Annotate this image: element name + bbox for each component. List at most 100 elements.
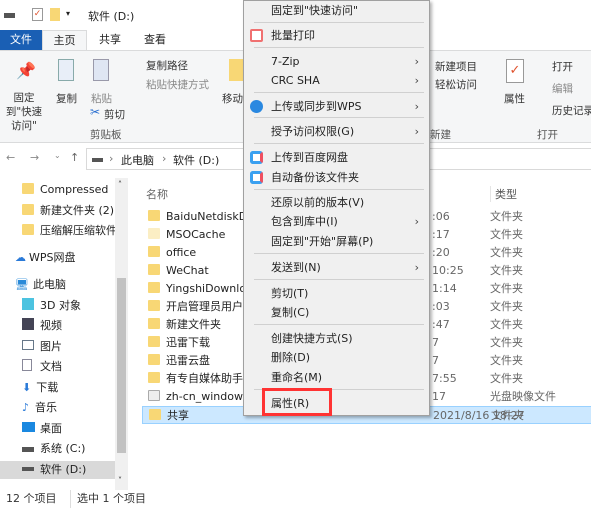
document-icon	[22, 359, 32, 371]
menu-item[interactable]: 发送到(N) ›	[244, 258, 429, 277]
nav-item-this-pc[interactable]: 🖥 此电脑	[15, 276, 130, 294]
folder-quick-icon[interactable]	[50, 8, 60, 21]
paste-shortcut-button[interactable]: 粘贴快捷方式	[146, 77, 209, 92]
copy-button[interactable]: 复制	[56, 91, 77, 106]
menu-item[interactable]: 重命名(M)	[244, 368, 429, 387]
scrollbar-thumb[interactable]	[117, 278, 126, 453]
file-date: :17	[432, 228, 450, 241]
chevron-right-icon: ›	[414, 125, 419, 138]
menu-item[interactable]: 上传到百度网盘	[244, 148, 429, 167]
file-type: 文件夹	[490, 228, 523, 241]
file-type: 文件夹	[490, 318, 523, 331]
chevron-right-icon: ›	[414, 55, 419, 68]
history-button[interactable]: 历史记录	[552, 103, 591, 118]
menu-item-label: 复制(C)	[271, 306, 310, 319]
menu-item[interactable]: 授予访问权限(G) ›	[244, 122, 429, 141]
edit-button[interactable]: 编辑	[552, 81, 573, 96]
nav-scrollbar[interactable]: ˄ ˅	[115, 178, 128, 490]
copy-path-button[interactable]: 复制路径	[146, 58, 188, 73]
menu-item-label: 创建快捷方式(S)	[271, 332, 353, 345]
picture-icon	[22, 340, 34, 350]
status-bar: 12 个项目 选中 1 个项目	[0, 490, 591, 508]
file-type: 文件夹	[490, 372, 523, 385]
film-icon	[22, 318, 34, 330]
forward-button[interactable]: →	[30, 151, 39, 164]
column-header-type[interactable]: 类型	[490, 186, 517, 202]
menu-item[interactable]: 固定到"快速访问"	[244, 1, 429, 20]
disc-image-icon	[148, 390, 160, 401]
chevron-right-icon: ›	[414, 100, 419, 113]
nav-item-wps-drive[interactable]: ☁ WPS网盘	[15, 249, 130, 267]
file-date: 7:55	[432, 372, 457, 385]
baidu-netdisk-icon	[250, 171, 263, 184]
scroll-up-icon[interactable]: ˄	[118, 180, 122, 189]
window-title: 软件 (D:)	[88, 10, 135, 23]
chevron-down-icon[interactable]: ▾	[66, 9, 70, 18]
menu-separator	[254, 189, 424, 190]
menu-item-label: 批量打印	[271, 29, 315, 42]
file-type: 文件夹	[490, 336, 523, 349]
menu-item[interactable]: 7-Zip ›	[244, 52, 429, 71]
nav-item-drive-d[interactable]: 软件 (D:)	[0, 461, 115, 479]
tab-view[interactable]: 查看	[135, 30, 175, 50]
easy-access-button[interactable]: 轻松访问	[435, 77, 477, 92]
menu-separator	[254, 143, 424, 144]
tab-share[interactable]: 共享	[90, 30, 130, 50]
up-button[interactable]: ↑	[70, 151, 79, 164]
menu-item[interactable]: 剪切(T)	[244, 284, 429, 303]
menu-item[interactable]: 删除(D)	[244, 348, 429, 367]
folder-icon	[22, 183, 34, 194]
menu-item[interactable]: 包含到库中(I) ›	[244, 212, 429, 231]
menu-item-label: 还原以前的版本(V)	[271, 196, 365, 209]
menu-item[interactable]: 自动备份该文件夹	[244, 168, 429, 187]
file-name: 迅雷下载	[166, 336, 210, 349]
menu-item-label: 发送到(N)	[271, 261, 321, 274]
menu-item[interactable]: 上传或同步到WPS ›	[244, 97, 429, 116]
pin-quick-access-button[interactable]: 固定到"快速访问"	[2, 91, 46, 133]
nav-item-compress-software[interactable]: 压缩解压缩软件	[22, 222, 115, 240]
chevron-right-icon: ›	[414, 261, 419, 274]
properties-quick-icon[interactable]: ✓	[32, 8, 43, 21]
new-item-button[interactable]: 新建项目	[435, 59, 477, 74]
menu-item-label: 固定到"开始"屏幕(P)	[271, 235, 374, 248]
drive-icon	[4, 13, 15, 18]
column-header-name[interactable]: 名称	[146, 186, 168, 202]
paste-button[interactable]: 粘贴	[91, 91, 112, 106]
menu-item-label: CRC SHA	[271, 74, 320, 87]
properties-button[interactable]: 属性	[504, 91, 525, 106]
file-name: MSOCache	[166, 228, 226, 241]
cut-button[interactable]: 剪切	[104, 107, 125, 122]
folder-icon	[148, 336, 160, 347]
menu-separator	[254, 324, 424, 325]
chevron-right-icon: ›	[414, 74, 419, 87]
menu-item[interactable]: 还原以前的版本(V)	[244, 193, 429, 212]
menu-item[interactable]: 批量打印	[244, 26, 429, 45]
file-date: 7	[432, 336, 439, 349]
tab-home[interactable]: 主页	[42, 30, 87, 51]
file-date: 17	[432, 390, 446, 403]
file-name: YingshiDownloa	[166, 282, 253, 295]
menu-item[interactable]: 固定到"开始"屏幕(P)	[244, 232, 429, 251]
recent-dropdown-button[interactable]: ⌄	[54, 151, 61, 160]
chevron-right-icon: ›	[414, 215, 419, 228]
menu-item[interactable]: 复制(C)	[244, 303, 429, 322]
file-name: 共享	[167, 409, 189, 422]
tab-file[interactable]: 文件	[0, 30, 42, 50]
open-button[interactable]: 打开	[552, 59, 573, 74]
file-type: 光盘映像文件	[490, 390, 556, 403]
file-name: 有专自媒体助手	[166, 372, 243, 385]
breadcrumb-drive-d[interactable]: 软件 (D:)	[173, 152, 219, 168]
file-name: office	[166, 246, 197, 259]
breadcrumb-this-pc[interactable]: 此电脑	[121, 152, 154, 168]
menu-item[interactable]: CRC SHA ›	[244, 71, 429, 90]
menu-item[interactable]: 创建快捷方式(S)	[244, 329, 429, 348]
scroll-down-icon[interactable]: ˅	[118, 476, 122, 485]
menu-item-label: 自动备份该文件夹	[271, 171, 359, 184]
scissors-icon: ✂	[90, 105, 101, 119]
cloud-icon: ☁	[15, 251, 26, 264]
back-button[interactable]: ←	[6, 151, 15, 164]
menu-item-label: 剪切(T)	[271, 287, 309, 300]
folder-icon	[148, 228, 160, 239]
item-count: 12 个项目	[6, 492, 57, 505]
move-to-button[interactable]: 移动	[222, 91, 243, 106]
